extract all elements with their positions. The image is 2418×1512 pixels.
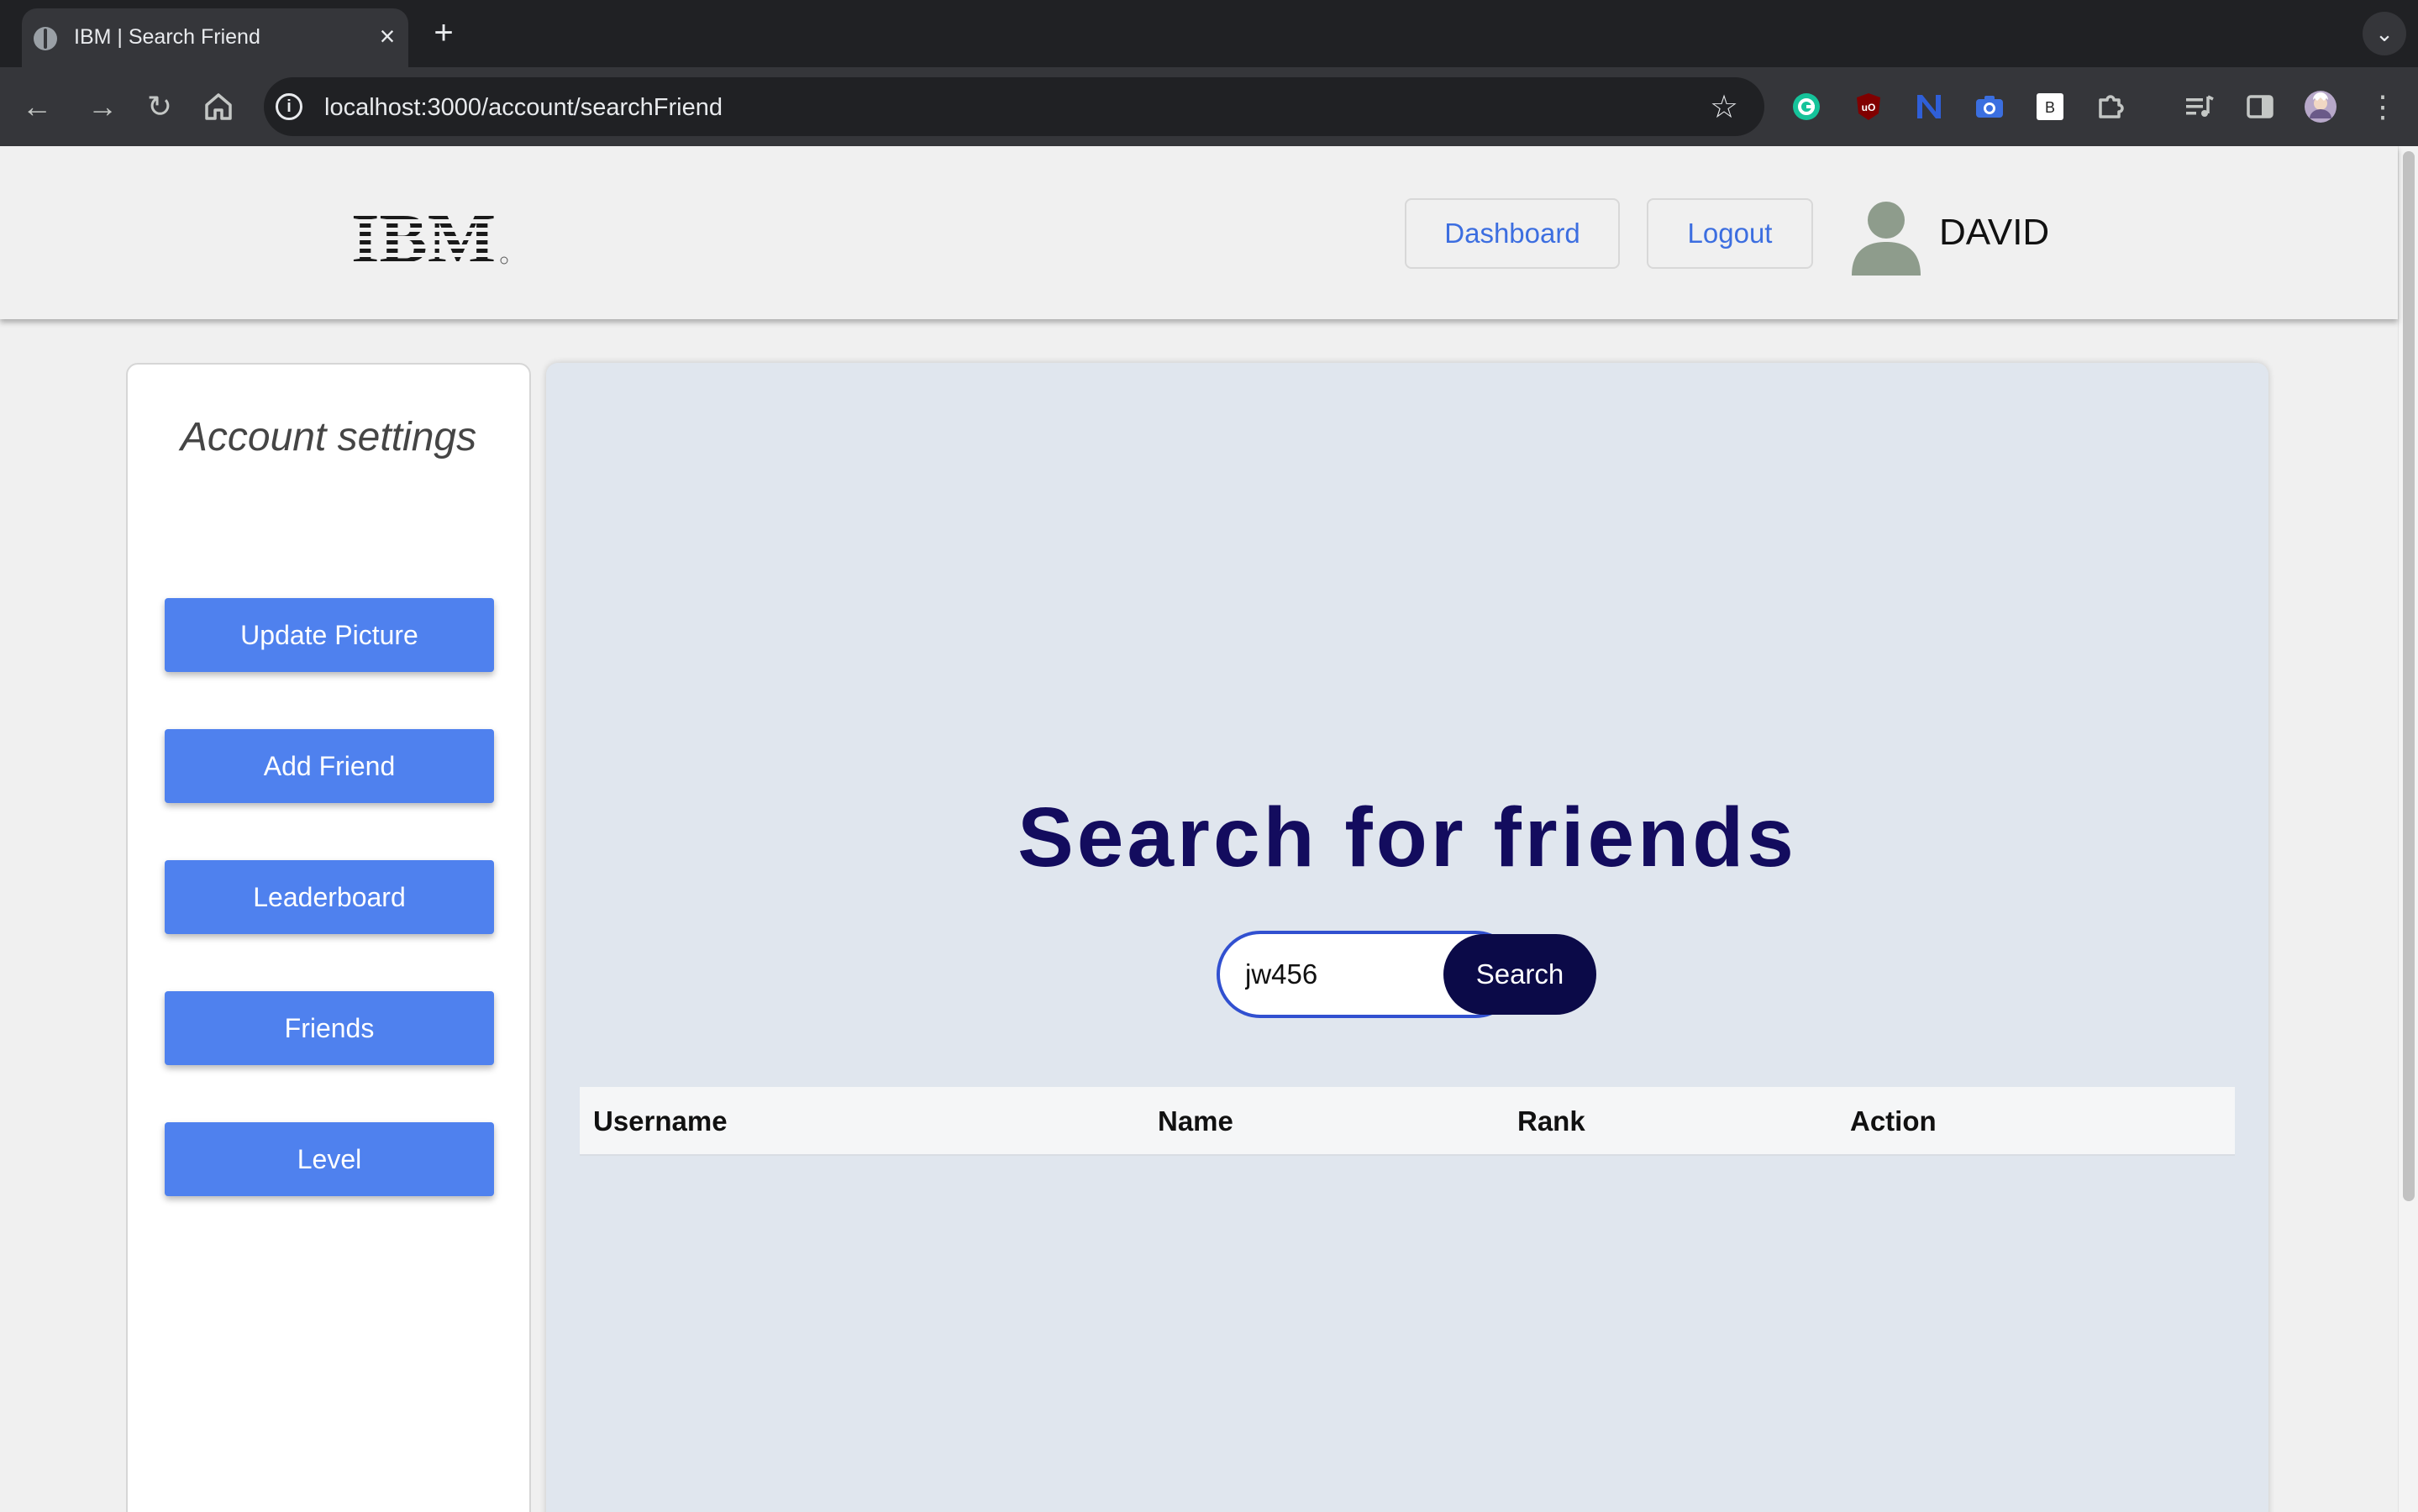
globe-icon bbox=[34, 27, 57, 50]
browser-tab[interactable]: IBM | Search Friend × bbox=[22, 8, 408, 67]
app-header: IBM Dashboard Logout DAVID bbox=[0, 146, 2398, 319]
column-header-rank: Rank bbox=[1517, 1105, 1585, 1137]
friends-button[interactable]: Friends bbox=[165, 991, 494, 1065]
user-avatar[interactable] bbox=[1847, 195, 1926, 276]
new-tab-button[interactable]: + bbox=[427, 15, 460, 50]
add-friend-button[interactable]: Add Friend bbox=[165, 729, 494, 803]
camera-icon[interactable] bbox=[1969, 87, 2010, 127]
sidebar-title: Account settings bbox=[180, 415, 477, 459]
side-panel-icon[interactable] bbox=[2240, 87, 2280, 127]
grammarly-icon[interactable] bbox=[1786, 87, 1827, 127]
url-text: localhost:3000/account/searchFriend bbox=[324, 94, 723, 121]
close-tab-icon[interactable]: × bbox=[371, 20, 403, 52]
back-button[interactable]: ← bbox=[17, 87, 57, 127]
level-button[interactable]: Level bbox=[165, 1122, 494, 1196]
page-title: Search for friends bbox=[1017, 790, 1797, 885]
account-settings-sidebar: Account settings Update Picture Add Frie… bbox=[126, 363, 531, 1512]
ibm-logo[interactable]: IBM bbox=[351, 203, 511, 270]
browser-toolbar: ← → ↻ i localhost:3000/account/searchFri… bbox=[0, 67, 2418, 146]
b-extension-icon[interactable]: B bbox=[2030, 87, 2070, 127]
forward-button[interactable]: → bbox=[82, 87, 123, 127]
extensions-puzzle-icon[interactable] bbox=[2090, 87, 2131, 127]
main-panel: Search for friends Search Username Name … bbox=[546, 363, 2268, 1512]
address-bar[interactable]: i localhost:3000/account/searchFriend ☆ bbox=[264, 77, 1764, 136]
tab-title: IBM | Search Friend bbox=[74, 25, 260, 49]
tab-search-button[interactable]: ⌄ bbox=[2363, 12, 2406, 55]
update-picture-button[interactable]: Update Picture bbox=[165, 598, 494, 672]
media-control-icon[interactable] bbox=[2179, 87, 2220, 127]
site-info-icon[interactable]: i bbox=[276, 93, 302, 120]
n-extension-icon[interactable] bbox=[1909, 87, 1949, 127]
column-header-action: Action bbox=[1850, 1105, 1937, 1137]
home-icon bbox=[205, 93, 232, 120]
page-scrollbar[interactable] bbox=[2398, 146, 2418, 1512]
search-button[interactable]: Search bbox=[1443, 934, 1596, 1015]
svg-text:uO: uO bbox=[1862, 102, 1876, 113]
home-button[interactable] bbox=[198, 87, 239, 127]
browser-tab-strip: IBM | Search Friend × + ⌄ bbox=[0, 0, 2418, 67]
extension-badge: B bbox=[2045, 99, 2055, 116]
ublock-icon[interactable]: uO bbox=[1848, 87, 1889, 127]
results-table-header: Username Name Rank Action bbox=[580, 1087, 2235, 1156]
scrollbar-thumb[interactable] bbox=[2403, 151, 2415, 1201]
bookmark-star-icon[interactable]: ☆ bbox=[1704, 87, 1744, 128]
profile-avatar-icon[interactable] bbox=[2300, 87, 2341, 127]
leaderboard-button[interactable]: Leaderboard bbox=[165, 860, 494, 934]
column-header-username: Username bbox=[593, 1105, 728, 1137]
username-label: DAVID bbox=[1939, 212, 2050, 253]
dashboard-button[interactable]: Dashboard bbox=[1405, 198, 1620, 269]
reload-button[interactable]: ↻ bbox=[139, 87, 180, 127]
logout-button[interactable]: Logout bbox=[1647, 198, 1813, 269]
browser-menu-button[interactable]: ⋮ bbox=[2363, 87, 2403, 127]
logo-text: IBM bbox=[351, 203, 496, 270]
column-header-name: Name bbox=[1158, 1105, 1233, 1137]
